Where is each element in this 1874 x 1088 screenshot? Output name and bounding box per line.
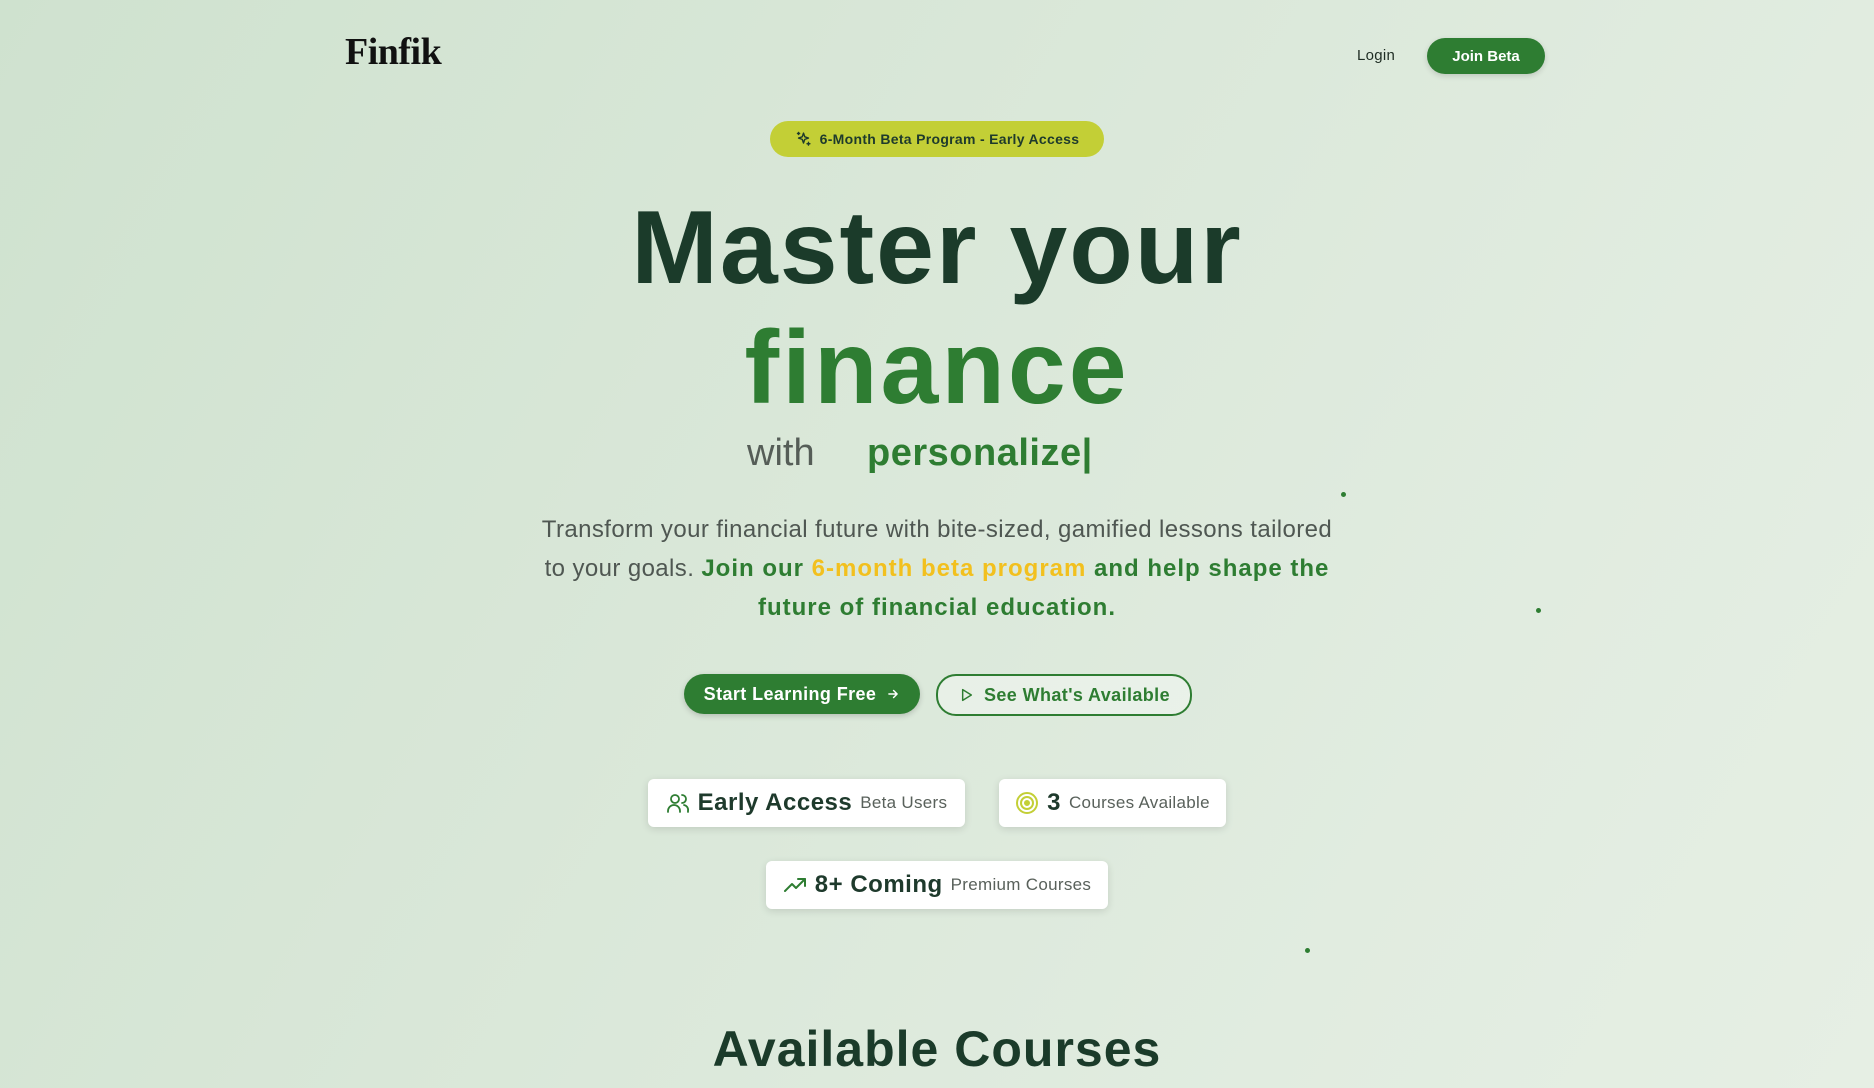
typed-word: personalize| [867, 432, 1093, 474]
stat-early-access-label: Beta Users [860, 793, 948, 812]
badge-text: 6-Month Beta Program - Early Access [819, 131, 1080, 147]
hero-title-line2: finance [744, 310, 1130, 426]
play-icon [961, 688, 973, 702]
stat-coming-courses: 8+ Coming Premium Courses [766, 861, 1108, 909]
stat-courses-available: 3 Courses Available [999, 779, 1226, 827]
login-link[interactable]: Login [1357, 47, 1395, 64]
beta-program-badge: 6-Month Beta Program - Early Access [770, 121, 1104, 157]
users-icon [666, 794, 689, 813]
stat-courses-value: 3 [1047, 789, 1061, 816]
decorative-dot [1305, 948, 1310, 953]
hero-title-line1: Master your [631, 190, 1243, 306]
target-icon [1016, 792, 1039, 814]
stat-early-access: Early Access Beta Users [648, 779, 965, 827]
stat-coming-label: Premium Courses [950, 875, 1092, 894]
see-available-label: See What's Available [983, 684, 1170, 705]
trending-up-icon [783, 878, 806, 892]
see-available-button[interactable]: See What's Available [936, 674, 1192, 716]
decorative-dot [1536, 608, 1541, 613]
stat-coming-value: 8+ Coming [814, 871, 943, 898]
description-highlight: 6-month beta program [811, 555, 1087, 582]
stat-early-access-value: Early Access [697, 789, 853, 816]
start-learning-button[interactable]: Start Learning Free [684, 674, 920, 714]
join-beta-button[interactable]: Join Beta [1427, 38, 1545, 74]
description-join: Join our [701, 555, 812, 582]
logo[interactable]: Finfik [345, 30, 442, 74]
decorative-dot [1341, 492, 1346, 497]
arrow-right-icon [888, 689, 899, 699]
stat-courses-label: Courses Available [1068, 793, 1210, 812]
hero-description: Transform your financial future with bit… [540, 510, 1334, 627]
start-learning-label: Start Learning Free [703, 683, 877, 704]
available-courses-heading: Available Courses [712, 1021, 1162, 1077]
sparkles-icon [796, 131, 811, 146]
subtitle-prefix: with [747, 432, 815, 474]
